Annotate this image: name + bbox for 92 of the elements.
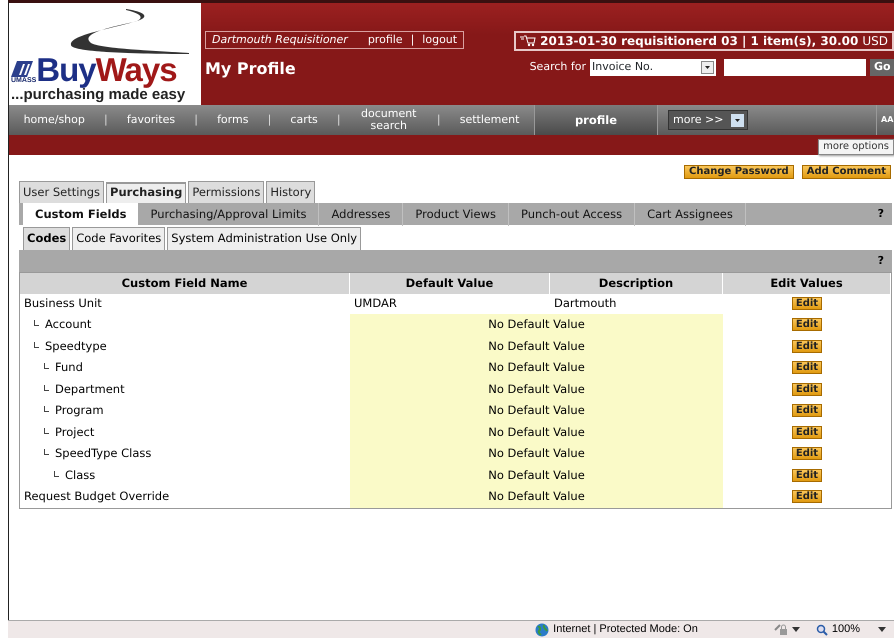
tab[interactable]: Code Favorites	[72, 227, 166, 250]
subtab[interactable]: Cart Assignees	[635, 202, 746, 226]
table-cell-text: Request Budget Override	[23, 488, 170, 506]
edit-button[interactable]: Edit	[792, 490, 822, 504]
column-header: Default Value	[350, 272, 550, 294]
search-field[interactable]	[724, 59, 866, 76]
no-default-cell: No Default Value	[350, 422, 723, 443]
table-cell-text: UMDAR	[353, 294, 398, 312]
go-button[interactable]: Go	[870, 59, 894, 76]
table-cell-text: Dartmouth	[553, 294, 618, 312]
column-header: Edit Values	[723, 272, 891, 294]
edit-button[interactable]: Edit	[792, 382, 822, 396]
security-zone-label: Internet | Protected Mode: On	[553, 622, 698, 638]
tree-connector-icon	[44, 363, 49, 370]
column-header: Custom Field Name	[20, 272, 350, 294]
no-default-cell: No Default Value	[350, 314, 723, 336]
no-default-cell: No Default Value	[350, 400, 723, 422]
subtab[interactable]: Addresses	[319, 202, 404, 226]
user-name: Dartmouth Requisitioner	[212, 32, 348, 48]
nav-separator: |	[193, 112, 199, 128]
table-cell: Department	[55, 380, 125, 398]
edit-button[interactable]: Edit	[792, 318, 822, 332]
subtab[interactable]: Purchasing/Approval Limits	[138, 202, 320, 226]
search-type-dropdown[interactable]: Invoice No.	[590, 59, 716, 76]
table-cell: Class	[65, 466, 96, 484]
action-button[interactable]: Add Comment	[802, 165, 891, 179]
tree-connector-icon	[44, 428, 49, 434]
zoom-icon	[816, 624, 828, 636]
table-cell: Account	[45, 316, 92, 334]
edit-button[interactable]: Edit	[792, 447, 822, 460]
edit-button[interactable]: Edit	[792, 340, 822, 353]
tab[interactable]: System Administration Use Only	[167, 227, 362, 250]
edit-button[interactable]: Edit	[792, 296, 822, 310]
tree-connector-icon	[34, 320, 39, 326]
nav-item[interactable]: settlement	[454, 114, 526, 126]
cart-icon	[520, 35, 536, 47]
cart-summary[interactable]: 2013-01-30 requisitionerd 03 | 1 item(s), 30.00 USD	[514, 31, 894, 51]
globe-icon	[535, 622, 550, 636]
header-link[interactable]: logout	[422, 32, 458, 48]
header-link[interactable]: profile	[368, 32, 403, 48]
no-default-cell: No Default Value	[350, 464, 723, 486]
table-cell: SpeedType Class	[55, 445, 152, 462]
caret-icon[interactable]	[792, 626, 800, 632]
no-default-cell: No Default Value	[350, 486, 723, 508]
tree-connector-icon	[44, 449, 49, 456]
tab[interactable]: Permissions	[188, 181, 264, 204]
nav-item[interactable]: carts	[284, 114, 324, 126]
edit-button[interactable]: Edit	[792, 426, 822, 439]
link-separator: |	[410, 32, 414, 48]
subtab[interactable]: Custom Fields	[23, 202, 138, 226]
tree-connector-icon	[44, 406, 49, 412]
tree-connector-icon	[34, 342, 39, 348]
nav-separator: |	[336, 112, 342, 128]
tooltip: more options	[818, 139, 894, 155]
help-link[interactable]: ?	[878, 253, 884, 270]
no-default-cell: No Default Value	[350, 357, 723, 378]
edit-button[interactable]: Edit	[792, 404, 822, 418]
action-button[interactable]: Change Password	[684, 165, 794, 179]
tab[interactable]: Purchasing	[106, 182, 186, 204]
search-label: Search for	[530, 59, 586, 76]
tab[interactable]: User Settings	[19, 181, 104, 204]
table-cell: Program	[55, 402, 104, 420]
tab[interactable]: History	[266, 181, 316, 204]
nav-item[interactable]: document search	[354, 108, 424, 132]
subtab[interactable]: Product Views	[403, 202, 509, 226]
tree-connector-icon	[44, 384, 49, 391]
edit-button[interactable]: Edit	[792, 361, 822, 374]
logo-tagline: ...purchasing made easy	[11, 87, 186, 103]
nav-separator: |	[103, 112, 109, 128]
nav-item[interactable]: favorites	[120, 114, 182, 126]
nav-separator: |	[436, 112, 442, 128]
table-cell: Speedtype	[45, 338, 107, 355]
no-default-cell: No Default Value	[350, 443, 723, 464]
page-title: My Profile	[205, 58, 297, 80]
nav-separator: |	[266, 112, 272, 128]
nav-item[interactable]: home/shop	[18, 114, 91, 126]
nav-item[interactable]: forms	[211, 114, 254, 126]
column-header: Description	[550, 272, 723, 294]
no-default-cell: No Default Value	[350, 336, 723, 357]
edit-button[interactable]: Edit	[792, 468, 822, 482]
caret-icon[interactable]	[878, 626, 886, 632]
subtab[interactable]: Punch-out Access	[508, 202, 636, 226]
table-cell-text: Business Unit	[23, 294, 103, 312]
nav-item[interactable]: profile	[534, 105, 658, 135]
tab[interactable]: Codes	[23, 227, 70, 250]
help-link[interactable]: ?	[878, 206, 884, 222]
no-default-cell: No Default Value	[350, 378, 723, 400]
more-dropdown[interactable]: more >>	[668, 110, 748, 130]
table-cell: Project	[55, 424, 94, 441]
tree-connector-icon	[54, 470, 59, 477]
zoom-level[interactable]: 100%	[832, 621, 860, 638]
table-cell: Fund	[55, 359, 83, 376]
